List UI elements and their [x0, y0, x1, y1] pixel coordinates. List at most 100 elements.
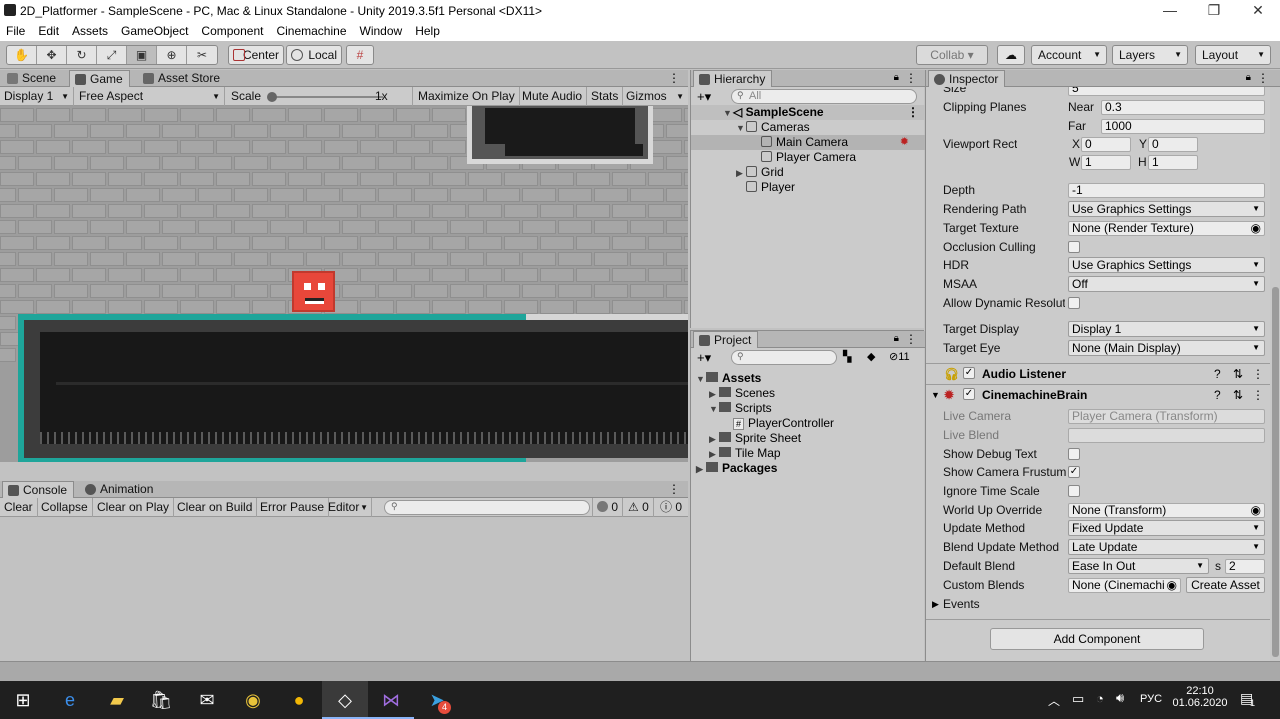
viewport-w-field[interactable]: 1 — [1081, 155, 1131, 170]
stats-toggle[interactable]: Stats — [587, 87, 624, 106]
editor-dropdown[interactable]: Editor ▼ — [324, 498, 372, 517]
visual-studio-icon[interactable]: ⋈ — [368, 681, 414, 719]
scale-slider[interactable]: Scale 1x — [227, 87, 413, 106]
hierarchy-item-player[interactable]: Player — [691, 180, 925, 195]
rendering-path-dropdown[interactable]: Use Graphics Settings ▼ — [1068, 201, 1265, 217]
tab-animation[interactable]: Animation — [80, 481, 159, 498]
wifi-icon[interactable]: ◔ — [1096, 691, 1104, 706]
panel-menu-icon[interactable]: ⋮ — [668, 481, 680, 498]
chrome-icon[interactable]: ◉ — [230, 681, 276, 719]
onec-icon[interactable]: ● — [276, 681, 322, 719]
object-picker-icon[interactable]: ◉ — [1166, 579, 1177, 592]
lock-icon[interactable]: 🔒︎ — [1246, 72, 1251, 83]
project-search-input[interactable]: ⚲ — [731, 350, 837, 365]
unity-taskbar-icon[interactable]: ◇ — [322, 681, 368, 719]
hierarchy-search-input[interactable]: ⚲ All — [731, 89, 917, 104]
ignore-time-checkbox[interactable] — [1068, 485, 1080, 497]
pivot-center-button[interactable]: Center — [228, 45, 284, 65]
game-view[interactable] — [0, 106, 688, 462]
world-up-field[interactable]: None (Transform) ◉ — [1068, 503, 1265, 518]
volume-icon[interactable]: 🔊︎ — [1116, 690, 1124, 706]
cinemachine-brain-checkbox[interactable]: ✓ — [963, 388, 975, 400]
windows-start-icon[interactable]: ⊞ — [0, 681, 46, 719]
info-count-toggle[interactable]: 0 — [592, 498, 624, 517]
rotate-tool-icon[interactable]: ↻ — [67, 46, 97, 64]
project-item-scenes[interactable]: ▶ Scenes — [691, 386, 925, 401]
help-icon[interactable]: ? — [1214, 385, 1221, 405]
occlusion-checkbox[interactable] — [1068, 241, 1080, 253]
hierarchy-item-main-camera[interactable]: Main Camera ✹ — [691, 135, 925, 150]
hdr-dropdown[interactable]: Use Graphics Settings ▼ — [1068, 257, 1265, 273]
project-item-sprite-sheet[interactable]: ▶ Sprite Sheet — [691, 431, 925, 446]
close-button[interactable]: ✕ — [1236, 0, 1280, 22]
panel-menu-icon[interactable]: ⋮ — [905, 70, 917, 87]
target-eye-dropdown[interactable]: None (Main Display) ▼ — [1068, 340, 1265, 356]
language-indicator[interactable]: РУС — [1140, 693, 1162, 705]
battery-icon[interactable]: ▭ — [1072, 691, 1084, 707]
rect-tool-icon[interactable]: ▣ — [127, 46, 157, 64]
frustum-checkbox[interactable]: ✓ — [1068, 466, 1080, 478]
mail-icon[interactable]: ✉ — [184, 681, 230, 719]
size-field[interactable]: 5 — [1068, 87, 1265, 96]
blend-update-dropdown[interactable]: Late Update ▼ — [1068, 539, 1265, 555]
custom-blends-field[interactable]: None (Cinemachi ◉ — [1068, 578, 1181, 593]
warning-count-toggle[interactable]: ⚠ 0 — [624, 498, 654, 517]
object-picker-icon[interactable]: ◉ — [1251, 504, 1261, 517]
update-method-dropdown[interactable]: Fixed Update ▼ — [1068, 520, 1265, 536]
depth-field[interactable]: -1 — [1068, 183, 1265, 198]
hierarchy-item-grid[interactable]: ▶ Grid — [691, 165, 925, 180]
component-menu-icon[interactable]: ⋮ — [1252, 364, 1264, 384]
lock-icon[interactable]: 🔒︎ — [894, 333, 899, 344]
viewport-x-field[interactable]: 0 — [1081, 137, 1131, 152]
debug-text-checkbox[interactable] — [1068, 448, 1080, 460]
menu-cinemachine[interactable]: Cinemachine — [270, 22, 353, 41]
settings-sliders-icon[interactable]: ⇅ — [1233, 385, 1243, 405]
tab-asset-store[interactable]: Asset Store — [138, 70, 226, 87]
layers-dropdown[interactable]: Layers ▼ — [1112, 45, 1188, 65]
tab-console[interactable]: Console — [2, 481, 75, 498]
audio-listener-header[interactable]: 🎧︎ ✓ Audio Listener ? ⇅ ⋮ — [926, 363, 1270, 383]
layout-dropdown[interactable]: Layout ▼ — [1195, 45, 1271, 65]
menu-edit[interactable]: Edit — [32, 22, 66, 41]
project-item-assets[interactable]: ▼ Assets — [691, 371, 925, 386]
tab-project[interactable]: Project — [693, 331, 759, 348]
msaa-dropdown[interactable]: Off ▼ — [1068, 276, 1265, 292]
inspector-scroll-thumb[interactable] — [1272, 287, 1279, 657]
create-plus-icon[interactable]: +▾ — [697, 350, 711, 366]
error-count-toggle[interactable]: ⓘ 0 — [656, 498, 686, 517]
hidden-packages-toggle[interactable]: ⊘11 — [889, 350, 910, 363]
near-field[interactable]: 0.3 — [1101, 100, 1265, 115]
viewport-h-field[interactable]: 1 — [1148, 155, 1198, 170]
account-dropdown[interactable]: Account ▼ — [1031, 45, 1107, 65]
move-tool-icon[interactable]: ✥ — [37, 46, 67, 64]
target-display-dropdown[interactable]: Display 1 ▼ — [1068, 321, 1265, 337]
project-item-scripts[interactable]: ▼ Scripts — [691, 401, 925, 416]
store-icon[interactable]: 🛍︎ — [138, 681, 184, 719]
console-search-input[interactable]: ⚲ — [384, 500, 590, 515]
menu-window[interactable]: Window — [354, 22, 410, 41]
project-item-packages[interactable]: ▶ Packages — [691, 461, 925, 476]
clock[interactable]: 22:10 01.06.2020 — [1172, 685, 1228, 709]
create-asset-button[interactable]: Create Asset — [1186, 577, 1265, 593]
display-dropdown[interactable]: Display 1 ▼ — [0, 87, 74, 106]
project-item-tile-map[interactable]: ▶ Tile Map — [691, 446, 925, 461]
cinemachine-brain-header[interactable]: ▼ ✹ ✓ CinemachineBrain ? ⇅ ⋮ — [926, 384, 1270, 404]
default-blend-dropdown[interactable]: Ease In Out ▼ — [1068, 558, 1209, 574]
file-explorer-icon[interactable]: ▰ — [94, 681, 140, 719]
transform-tool-icon[interactable]: ⊕ — [157, 46, 187, 64]
tab-inspector[interactable]: Inspector — [928, 70, 1006, 87]
project-item-playercontroller[interactable]: # PlayerController — [691, 416, 925, 431]
menu-assets[interactable]: Assets — [66, 22, 115, 41]
object-picker-icon[interactable]: ◉ — [1251, 222, 1261, 235]
clear-button[interactable]: Clear — [0, 498, 38, 517]
collab-button[interactable]: Collab ▾ — [916, 45, 988, 65]
filter-type-icon[interactable]: ▚ — [843, 350, 851, 363]
aspect-dropdown[interactable]: Free Aspect ▼ — [75, 87, 225, 106]
notification-center-icon[interactable]: ▤ 1 — [1240, 690, 1255, 708]
maximize-on-play-toggle[interactable]: Maximize On Play — [414, 87, 520, 106]
component-menu-icon[interactable]: ⋮ — [1252, 385, 1264, 405]
gizmos-dropdown[interactable]: Gizmos ▼ — [622, 87, 688, 106]
add-component-button[interactable]: Add Component — [990, 628, 1204, 650]
viewport-y-field[interactable]: 0 — [1148, 137, 1198, 152]
custom-tool-icon[interactable]: ✂ — [187, 46, 217, 64]
